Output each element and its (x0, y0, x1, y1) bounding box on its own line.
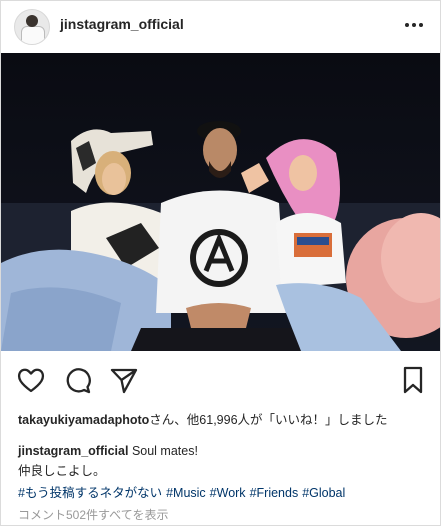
post-card: jinstagram_official takayukiyamadaphotoさ… (0, 0, 441, 526)
post-header: jinstagram_official (1, 1, 440, 51)
post-photo[interactable] (1, 53, 440, 351)
hashtag-link[interactable]: #Music (166, 486, 206, 500)
comment-icon[interactable] (63, 365, 93, 395)
post-username[interactable]: jinstagram_official (60, 16, 184, 32)
caption-author[interactable]: jinstagram_official (18, 444, 128, 458)
heart-icon[interactable] (16, 365, 46, 395)
post-caption: jinstagram_official Soul mates! 仲良しこよし。 (18, 441, 428, 481)
hashtag-link[interactable]: #もう投稿するネタがない (18, 486, 162, 500)
likes-text: さん、他61,996人が「いいね！」しました (149, 413, 388, 427)
first-liker-link[interactable]: takayukiyamadaphoto (18, 413, 149, 427)
likes-summary: takayukiyamadaphotoさん、他61,996人が「いいね！」しまし… (18, 409, 428, 428)
hashtag-link[interactable]: #Friends (250, 486, 299, 500)
bookmark-icon[interactable] (398, 365, 428, 395)
hashtag-link[interactable]: #Global (302, 486, 345, 500)
more-options-icon[interactable] (403, 14, 424, 35)
caption-line1: Soul mates! (131, 444, 198, 458)
post-actions (1, 359, 440, 399)
view-all-comments-link[interactable]: コメント502件すべてを表示 (18, 506, 168, 523)
caption-line2: 仲良しこよし。 (18, 464, 106, 478)
hashtag-link[interactable]: #Work (210, 486, 246, 500)
photo-illustration (1, 53, 440, 351)
avatar-head-shape (26, 15, 38, 27)
paper-plane-icon[interactable] (109, 365, 139, 395)
profile-avatar[interactable] (14, 9, 50, 45)
avatar-body-shape (21, 26, 45, 44)
hashtag-list: #もう投稿するネタがない #Music #Work #Friends #Global (18, 482, 349, 501)
